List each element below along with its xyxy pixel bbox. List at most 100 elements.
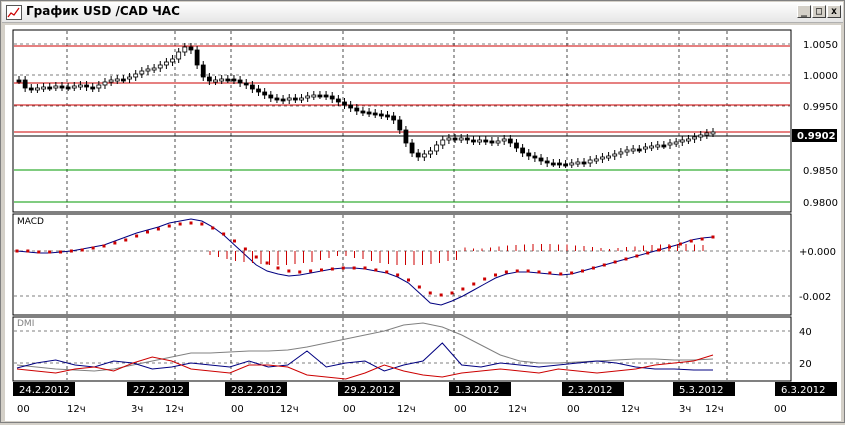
signal-point [678,242,682,246]
signal-point [657,248,661,252]
signal-point [59,250,62,254]
candle-body [612,153,618,157]
hour-tick: 00 [454,404,467,415]
date-tag: 27.2.2012 [133,385,184,396]
signal-point [69,249,73,253]
hour-tick: 12ч [508,404,527,415]
chart-window: График USD /CAD ЧАС _ □ x 1.0050 1.0000 … [0,0,845,423]
signal-point [26,249,30,253]
signal-point [494,273,497,277]
candle-body [667,142,673,146]
signal-point [265,261,269,265]
window-title: График USD /CAD ЧАС [26,4,180,18]
price-tick-4: 0.9850 [803,166,838,177]
signal-point [570,271,574,275]
candle-body [538,157,544,162]
candle-body [188,46,194,51]
candle-body [41,86,46,90]
candle-body [434,144,440,152]
signal-point [330,267,334,271]
candle-body [378,113,384,117]
candle-body [262,91,268,96]
candle-body [698,134,704,138]
candle-body [446,137,452,141]
date-tag: 24.2.2012 [19,385,70,396]
macd-panel-frame [12,213,792,316]
candle-body [397,119,403,131]
candle-body [452,137,458,141]
candle-body [440,139,446,146]
signal-point [37,250,41,254]
candle-body [139,70,145,75]
candle-body [483,139,489,143]
chart-area[interactable]: 1.0050 1.0000 0.9950 0.9850 0.9800 0.990… [5,25,841,421]
signal-point [80,248,84,252]
hour-tick: 00 [343,404,356,415]
signal-point [602,263,606,267]
candle-body [428,150,433,155]
signal-point [178,222,182,226]
candle-body [268,94,274,99]
candle-body [372,112,378,116]
date-labels: 24.2.2012 27.2.2012 28.2.2012 29.2.2012 1.3.… [13,382,837,396]
signal-point [428,291,432,295]
minimize-button[interactable]: _ [797,5,811,18]
close-icon: x [830,6,838,17]
candle-body [47,86,53,90]
signal-point [548,271,552,275]
candle-body [237,79,243,84]
candle-body [335,98,341,103]
candle-body [243,82,249,86]
candle-body [686,138,691,142]
date-tag: 2.3.2012 [568,385,613,396]
signal-point [613,260,617,264]
candle-body [145,68,151,72]
candle-body [35,87,40,91]
hour-tick: 12ч [621,404,640,415]
candle-body [200,64,206,78]
dmi-tick-1: 40 [799,327,812,338]
candle-body [22,79,28,89]
candle-body [292,97,298,101]
signal-point [287,269,291,273]
signal-point [113,241,117,245]
close-button[interactable]: x [827,5,841,18]
hour-tick: 00 [17,404,30,415]
signal-point [646,251,650,255]
date-tag: 28.2.2012 [231,385,282,396]
candle-body [28,87,34,91]
candle-body [587,159,593,164]
signal-point [254,255,258,259]
candle-body [274,97,280,101]
chart-canvas[interactable]: 1.0050 1.0000 0.9950 0.9850 0.9800 0.990… [5,25,841,421]
signal-point [417,285,421,289]
maximize-button[interactable]: □ [812,5,826,18]
candle-body [489,140,495,144]
hour-tick: 12ч [67,404,86,415]
signal-point [222,232,226,236]
signal-point [385,270,389,274]
signal-point [407,278,410,282]
macd-tick-1: +0.000 [799,247,836,258]
signal-point [211,226,215,230]
candle-body [354,107,360,112]
candle-body [415,152,421,158]
dmi-label: DMI [17,319,34,329]
candle-body [679,139,685,143]
candle-body [256,88,261,93]
candle-body [163,61,169,66]
candle-body [90,86,96,90]
signal-point [276,266,280,270]
candle-body [643,146,648,150]
title-bar[interactable]: График USD /CAD ЧАС _ □ x [2,2,843,23]
candle-body [704,132,710,136]
candle-body [569,162,575,166]
candle-body [501,138,507,142]
candle-body [581,161,587,165]
candle-body [231,78,237,82]
candle-body [661,144,667,148]
hour-labels: 00 12ч 3ч 12ч 00 12ч 00 12ч 00 12ч 00 12ч 3ч 12ч 00 [17,404,787,415]
candle-body [544,160,550,164]
candle-body [385,114,390,118]
signal-point [233,239,236,243]
